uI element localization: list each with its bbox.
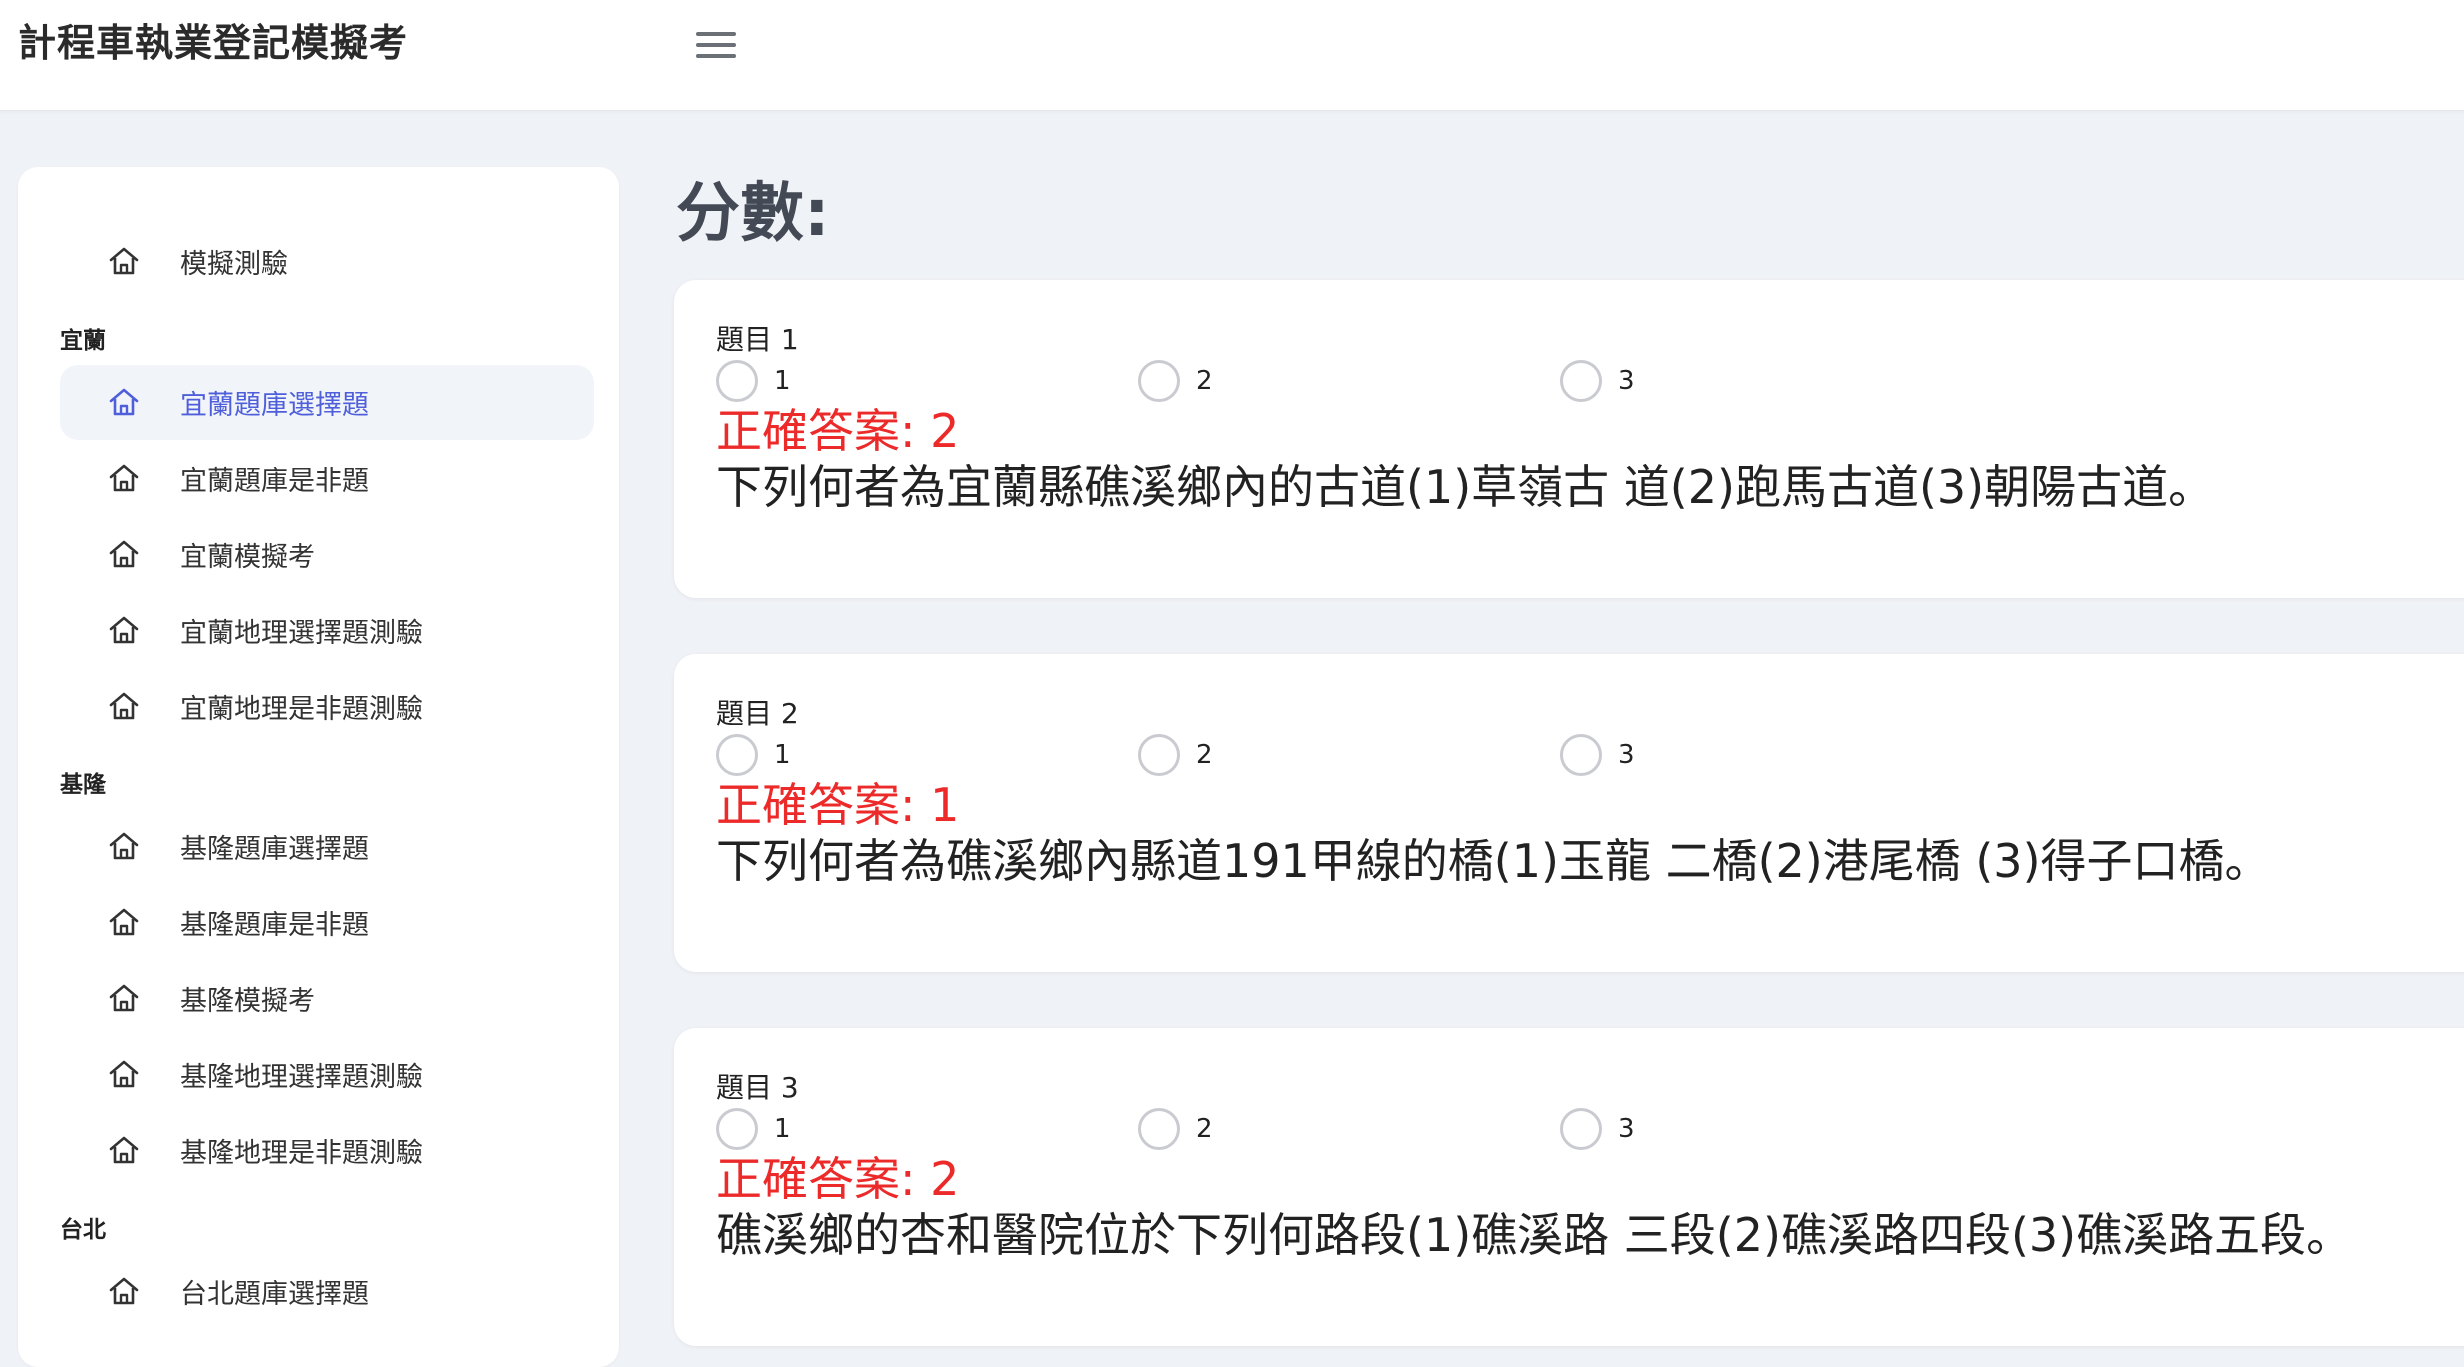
- correct-answer: 正確答案: 1: [716, 778, 960, 832]
- question-title: 題目 2: [716, 697, 799, 730]
- option-radio[interactable]: 1: [716, 732, 791, 778]
- option-radio[interactable]: 3: [1560, 358, 1635, 404]
- home-icon: [109, 908, 139, 936]
- home-icon: [109, 247, 139, 275]
- top-bar: 計程車執業登記模擬考: [0, 0, 2464, 111]
- sidebar-item-keelung-mock-exam[interactable]: 基隆模擬考: [60, 961, 594, 1036]
- home-icon: [109, 1277, 139, 1305]
- home-icon: [109, 464, 139, 492]
- radio-circle[interactable]: [716, 360, 758, 402]
- question-text: 下列何者為礁溪鄉內縣道191甲線的橋(1)玉龍 二橋(2)港尾橋 (3)得子口橋…: [716, 834, 2271, 888]
- sidebar-item-keelung-true-false[interactable]: 基隆題庫是非題: [60, 885, 594, 960]
- option-label: 1: [774, 740, 791, 770]
- home-icon: [109, 1060, 139, 1088]
- sidebar-item-label: 宜蘭模擬考: [180, 542, 315, 573]
- radio-circle[interactable]: [1560, 360, 1602, 402]
- sidebar-item-label: 宜蘭地理選擇題測驗: [180, 618, 423, 649]
- sidebar-item-label: 基隆模擬考: [180, 986, 315, 1017]
- question-card: 題目 2 1 2 3 正確答案: 1 下列何者為礁溪鄉內縣道191甲線的橋(1)…: [674, 654, 2464, 972]
- option-radio[interactable]: 3: [1560, 1106, 1635, 1152]
- app-title: 計程車執業登記模擬考: [18, 21, 409, 65]
- sidebar-item-yilan-geo-choice[interactable]: 宜蘭地理選擇題測驗: [60, 593, 594, 668]
- sidebar-item-yilan-true-false[interactable]: 宜蘭題庫是非題: [60, 441, 594, 516]
- option-label: 1: [774, 1114, 791, 1144]
- sidebar-item-label: 基隆地理是非題測驗: [180, 1138, 423, 1169]
- sidebar-item-keelung-multiple-choice[interactable]: 基隆題庫選擇題: [60, 809, 594, 884]
- home-icon: [109, 616, 139, 644]
- radio-circle[interactable]: [1138, 1108, 1180, 1150]
- sidebar-item-keelung-geo-true-false[interactable]: 基隆地理是非題測驗: [60, 1113, 594, 1188]
- sidebar: 模擬測驗 宜蘭 宜蘭題庫選擇題 宜蘭題庫是非題 宜蘭模擬考 宜蘭地理選擇題測驗 …: [18, 167, 619, 1367]
- home-icon: [109, 388, 139, 416]
- sidebar-item-yilan-geo-true-false[interactable]: 宜蘭地理是非題測驗: [60, 669, 594, 744]
- sidebar-item-label: 宜蘭題庫選擇題: [180, 390, 369, 421]
- option-label: 3: [1618, 740, 1635, 770]
- radio-circle[interactable]: [1560, 1108, 1602, 1150]
- radio-circle[interactable]: [1560, 734, 1602, 776]
- question-title: 題目 3: [716, 1071, 799, 1104]
- question-title: 題目 1: [716, 323, 799, 356]
- option-label: 1: [774, 366, 791, 396]
- question-card: 題目 1 1 2 3 正確答案: 2 下列何者為宜蘭縣礁溪鄉內的古道(1)草嶺古…: [674, 280, 2464, 598]
- radio-circle[interactable]: [716, 734, 758, 776]
- option-label: 3: [1618, 366, 1635, 396]
- home-icon: [109, 832, 139, 860]
- option-radio[interactable]: 2: [1138, 732, 1213, 778]
- correct-answer: 正確答案: 2: [716, 404, 960, 458]
- radio-circle[interactable]: [1138, 360, 1180, 402]
- radio-circle[interactable]: [716, 1108, 758, 1150]
- option-label: 2: [1196, 1114, 1213, 1144]
- sidebar-item-yilan-mock-exam[interactable]: 宜蘭模擬考: [60, 517, 594, 592]
- menu-toggle-button[interactable]: [690, 22, 742, 68]
- sidebar-item-taipei-multiple-choice[interactable]: 台北題庫選擇題: [60, 1254, 594, 1329]
- option-radio[interactable]: 2: [1138, 358, 1213, 404]
- correct-answer: 正確答案: 2: [716, 1152, 960, 1206]
- option-radio[interactable]: 2: [1138, 1106, 1213, 1152]
- option-label: 3: [1618, 1114, 1635, 1144]
- sidebar-item-mock-test[interactable]: 模擬測驗: [60, 224, 594, 299]
- radio-circle[interactable]: [1138, 734, 1180, 776]
- home-icon: [109, 692, 139, 720]
- hamburger-line: [696, 32, 736, 36]
- sidebar-item-label: 基隆地理選擇題測驗: [180, 1062, 423, 1093]
- hamburger-line: [696, 43, 736, 47]
- option-label: 2: [1196, 740, 1213, 770]
- sidebar-item-label: 基隆題庫選擇題: [180, 834, 369, 865]
- sidebar-group-taipei: 台北: [60, 1217, 106, 1243]
- sidebar-group-keelung: 基隆: [60, 772, 106, 798]
- hamburger-line: [696, 54, 736, 58]
- sidebar-item-label: 模擬測驗: [180, 249, 288, 280]
- sidebar-item-keelung-geo-choice[interactable]: 基隆地理選擇題測驗: [60, 1037, 594, 1112]
- sidebar-item-yilan-multiple-choice[interactable]: 宜蘭題庫選擇題: [60, 365, 594, 440]
- question-text: 礁溪鄉的杏和醫院位於下列何路段(1)礁溪路 三段(2)礁溪路四段(3)礁溪路五段…: [716, 1208, 2353, 1262]
- option-radio[interactable]: 1: [716, 358, 791, 404]
- main-content: 分數: 題目 1 1 2 3 正確答案: 2 下列何者為宜蘭縣礁溪鄉內的古道(1…: [674, 111, 2464, 1352]
- sidebar-item-label: 台北題庫選擇題: [180, 1279, 369, 1310]
- sidebar-group-yilan: 宜蘭: [60, 328, 106, 354]
- score-label: 分數:: [676, 177, 830, 251]
- option-label: 2: [1196, 366, 1213, 396]
- home-icon: [109, 984, 139, 1012]
- option-radio[interactable]: 3: [1560, 732, 1635, 778]
- sidebar-item-label: 基隆題庫是非題: [180, 910, 369, 941]
- home-icon: [109, 1136, 139, 1164]
- sidebar-item-label: 宜蘭地理是非題測驗: [180, 694, 423, 725]
- question-card: 題目 3 1 2 3 正確答案: 2 礁溪鄉的杏和醫院位於下列何路段(1)礁溪路…: [674, 1028, 2464, 1346]
- home-icon: [109, 540, 139, 568]
- option-radio[interactable]: 1: [716, 1106, 791, 1152]
- sidebar-item-label: 宜蘭題庫是非題: [180, 466, 369, 497]
- question-text: 下列何者為宜蘭縣礁溪鄉內的古道(1)草嶺古 道(2)跑馬古道(3)朝陽古道。: [716, 460, 2215, 514]
